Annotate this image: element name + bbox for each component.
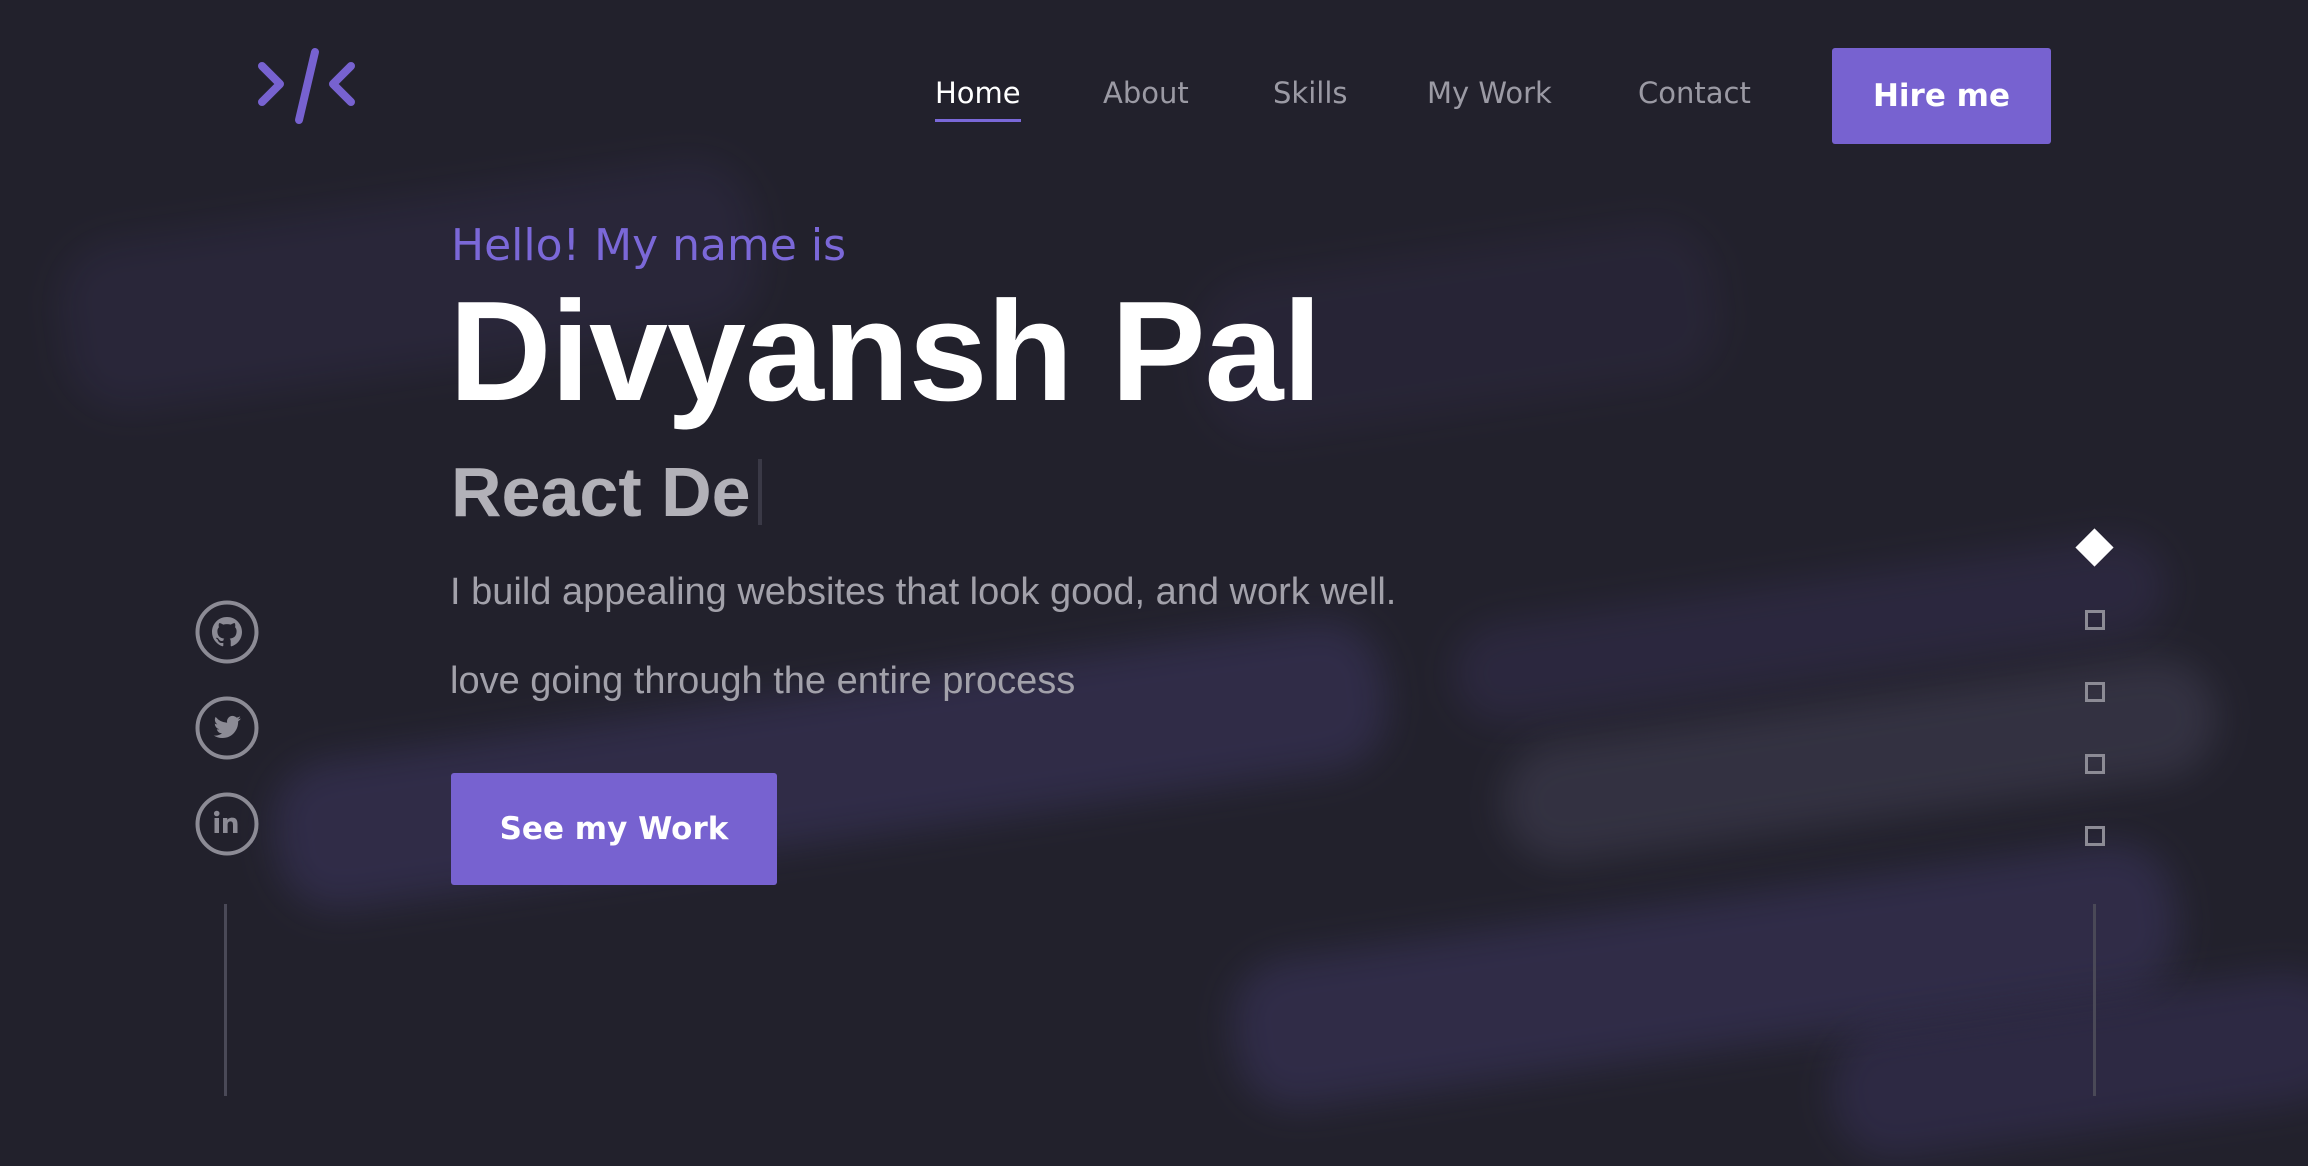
nav-link-home[interactable]: Home [935,76,1021,122]
nav-link-my-work[interactable]: My Work [1427,76,1552,110]
nav-link-skills[interactable]: Skills [1273,76,1347,110]
hero-role-text: React De [451,453,751,531]
right-vertical-line [2093,904,2096,1096]
nav-link-label: Contact [1638,76,1751,110]
section-indicator[interactable] [2085,610,2105,630]
nav-link-label: Home [935,76,1021,110]
section-indicator[interactable] [2085,754,2105,774]
nav-active-underline [935,119,1021,122]
hero-tagline: I build appealing websites that look goo… [450,571,1397,613]
hero-greeting: Hello! My name is [451,220,847,271]
nav-link-about[interactable]: About [1103,76,1189,110]
see-my-work-button[interactable]: See my Work [451,773,777,885]
left-vertical-line [224,904,227,1096]
section-indicator[interactable] [2085,826,2105,846]
background-blur-shape [265,612,1395,918]
hero-role-typewriter: React De [451,452,762,532]
hire-me-button[interactable]: Hire me [1832,48,2051,144]
code-slash-icon [258,48,355,124]
nav-link-contact[interactable]: Contact [1638,76,1751,110]
section-indicator[interactable] [2085,682,2105,702]
typing-cursor [757,459,762,525]
hero-name: Divyansh Pal [449,272,1322,431]
twitter-link[interactable] [195,696,259,760]
nav-link-label: My Work [1427,76,1552,110]
nav-link-label: About [1103,76,1189,110]
site-logo[interactable] [256,44,360,128]
nav-link-label: Skills [1273,76,1348,110]
twitter-icon [195,696,259,760]
linkedin-link[interactable] [195,792,259,856]
linkedin-icon [195,792,259,856]
hero-tagline-secondary: love going through the entire process [450,660,1076,702]
github-icon [195,600,259,664]
github-link[interactable] [195,600,259,664]
